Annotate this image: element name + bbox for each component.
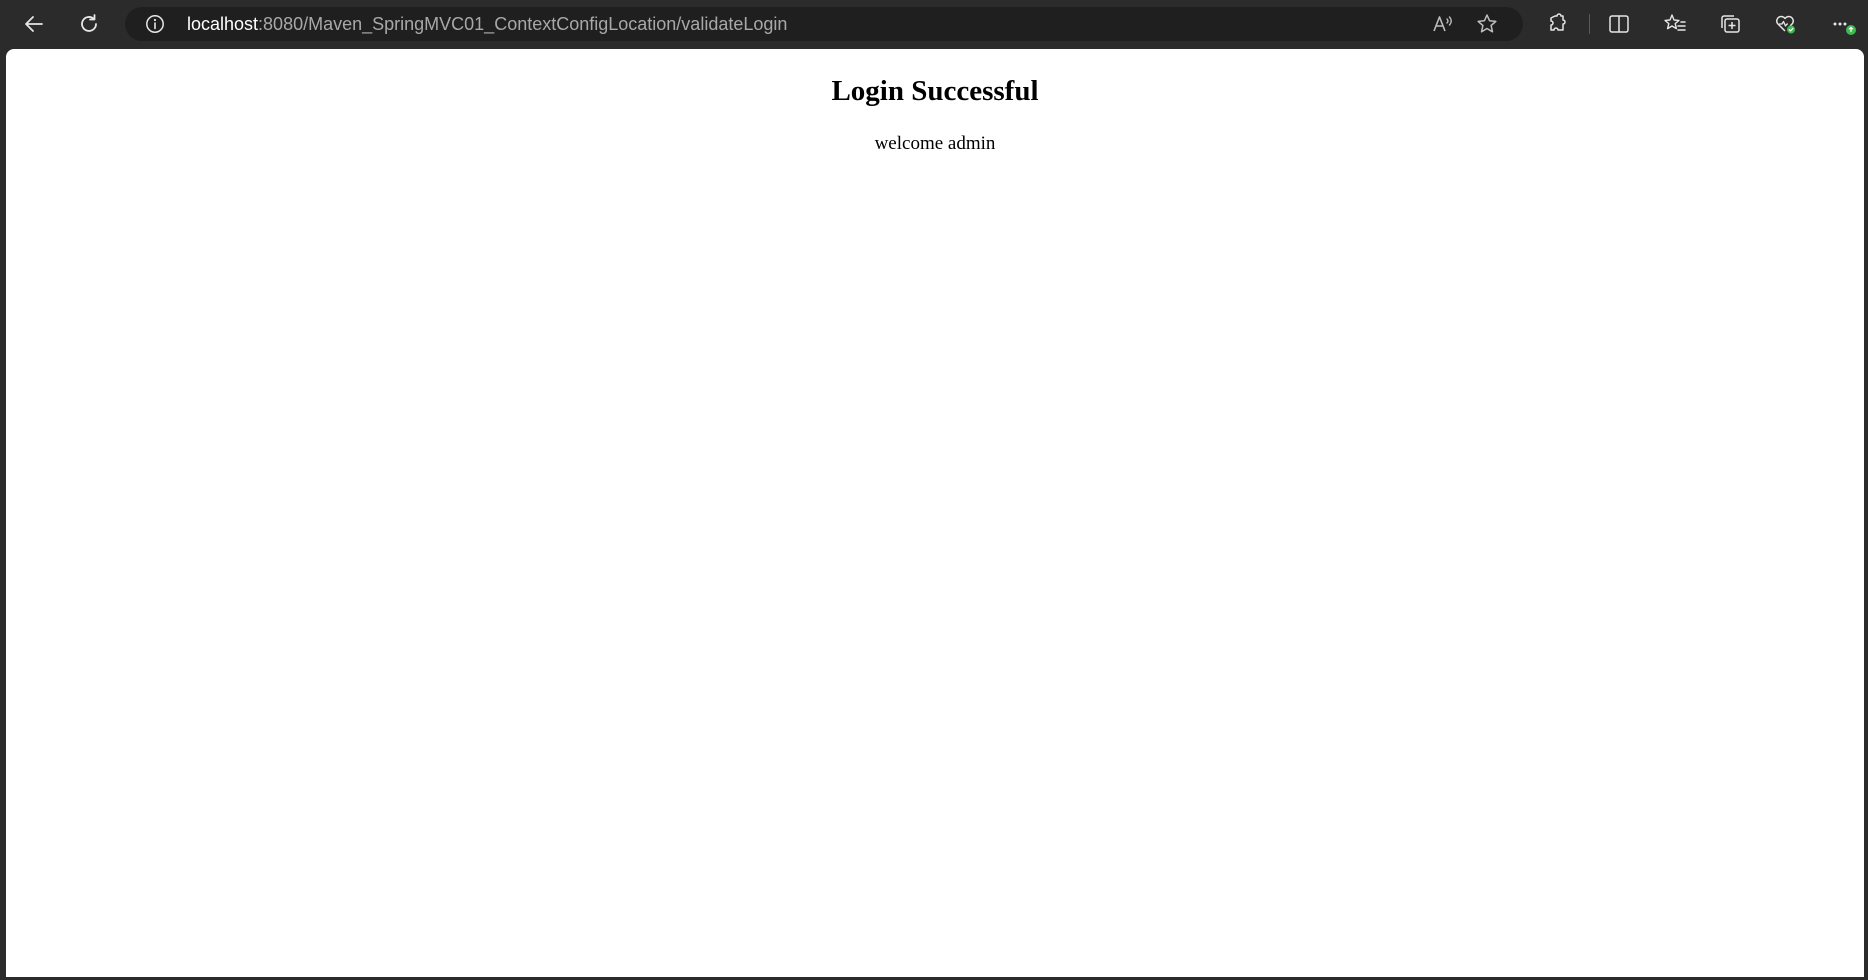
page-title: Login Successful xyxy=(831,75,1039,107)
refresh-button[interactable] xyxy=(70,5,108,43)
url-host: localhost xyxy=(187,14,259,34)
address-bar[interactable]: localhost:8080/Maven_SpringMVC01_Context… xyxy=(125,7,1523,41)
toolbar-divider xyxy=(1589,14,1590,34)
favorite-star-icon[interactable] xyxy=(1475,12,1499,36)
split-screen-icon[interactable] xyxy=(1607,12,1631,36)
refresh-icon xyxy=(78,13,100,35)
browser-essentials-icon[interactable] xyxy=(1773,12,1797,36)
collections-icon[interactable] xyxy=(1718,12,1742,36)
back-button[interactable] xyxy=(15,5,53,43)
url-path: :8080/Maven_SpringMVC01_ContextConfigLoc… xyxy=(258,14,788,34)
read-aloud-icon[interactable] xyxy=(1431,12,1455,36)
more-icon[interactable] xyxy=(1829,12,1859,36)
browser-toolbar: localhost:8080/Maven_SpringMVC01_Context… xyxy=(0,0,1868,48)
browser-window: localhost:8080/Maven_SpringMVC01_Context… xyxy=(0,0,1868,980)
extensions-icon[interactable] xyxy=(1546,12,1570,36)
url-text[interactable]: localhost:8080/Maven_SpringMVC01_Context… xyxy=(187,7,787,41)
site-info-icon[interactable] xyxy=(145,14,165,34)
back-icon xyxy=(23,13,45,35)
page-viewport: Login Successful welcome admin xyxy=(6,49,1864,977)
welcome-message: welcome admin xyxy=(874,133,996,154)
favorites-icon[interactable] xyxy=(1663,12,1687,36)
